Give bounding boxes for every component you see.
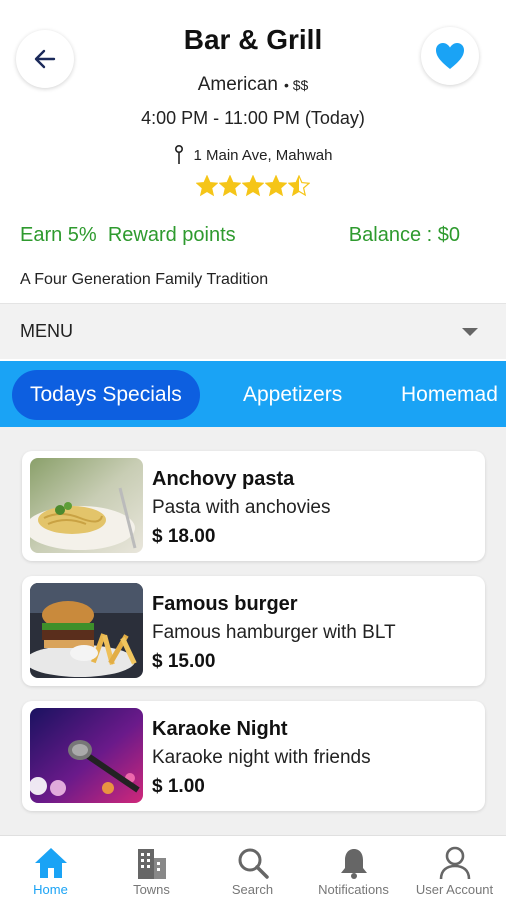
category-tabs: Todays Specials Appetizers Homemad xyxy=(0,361,506,427)
restaurant-tagline: A Four Generation Family Tradition xyxy=(20,271,269,288)
tab-appetizers[interactable]: Appetizers xyxy=(243,370,342,420)
star-full-icon xyxy=(196,175,218,197)
menu-item-name: Anchovy pasta xyxy=(152,468,295,490)
menu-item-card[interactable]: Karaoke Night Karaoke night with friends… xyxy=(22,701,485,811)
menu-item-description: Karaoke night with friends xyxy=(152,747,371,768)
location-pin-icon xyxy=(174,145,183,164)
price-level: • $$ xyxy=(283,77,309,93)
bottom-navigation: Home Towns Search Notifications User Acc… xyxy=(0,835,506,900)
cuisine-label: American xyxy=(197,74,278,95)
star-full-icon xyxy=(242,175,264,197)
reward-points-text: Earn 5% Reward points xyxy=(20,224,236,246)
address-text: 1 Main Ave, Mahwah xyxy=(193,146,333,164)
pasta-photo xyxy=(30,458,143,553)
menu-dropdown-value: MENU xyxy=(20,321,73,341)
star-half-icon xyxy=(288,175,310,197)
nav-search[interactable]: Search xyxy=(202,836,303,900)
balance-text: Balance : $0 xyxy=(348,224,460,246)
menu-item-card[interactable]: Anchovy pasta Pasta with anchovies $ 18.… xyxy=(22,451,485,561)
address-line[interactable]: 1 Main Ave, Mahwah xyxy=(0,145,506,165)
menu-item-price: $ 18.00 xyxy=(152,526,216,547)
menu-item-card[interactable]: Famous burger Famous hamburger with BLT … xyxy=(22,576,485,686)
tab-todays-specials[interactable]: Todays Specials xyxy=(12,370,200,420)
star-full-icon xyxy=(219,175,241,197)
nav-search-label: Search xyxy=(231,882,274,897)
cuisine-line: American • $$ xyxy=(0,74,506,96)
heart-icon xyxy=(436,43,464,69)
menu-item-price: $ 1.00 xyxy=(152,776,205,797)
nav-home[interactable]: Home xyxy=(0,836,101,900)
menu-item-price: $ 15.00 xyxy=(152,651,216,672)
menu-dropdown[interactable]: MENU xyxy=(0,303,506,359)
menu-item-name: Famous burger xyxy=(152,593,298,615)
nav-user-account-label: User Account xyxy=(415,882,494,897)
nav-towns[interactable]: Towns xyxy=(101,836,202,900)
menu-item-list: Anchovy pasta Pasta with anchovies $ 18.… xyxy=(0,427,506,835)
menu-item-description: Pasta with anchovies xyxy=(152,497,331,518)
bell-icon xyxy=(340,849,367,879)
caret-down-icon xyxy=(462,328,478,336)
microphone-photo xyxy=(30,708,143,803)
opening-hours: 4:00 PM - 11:00 PM (Today) xyxy=(141,108,365,128)
restaurant-detail-screen: Bar & Grill American • $$ 4:00 PM - 11:00… xyxy=(0,0,506,900)
buildings-icon xyxy=(137,849,166,879)
search-icon xyxy=(238,848,269,879)
rating-stars xyxy=(0,175,506,197)
nav-towns-label: Towns xyxy=(133,882,170,897)
menu-item-name: Karaoke Night xyxy=(152,718,288,740)
nav-user-account[interactable]: User Account xyxy=(404,836,505,900)
home-icon xyxy=(34,848,67,878)
menu-item-description: Famous hamburger with BLT xyxy=(152,622,396,643)
nav-notifications[interactable]: Notifications xyxy=(303,836,404,900)
burger-photo xyxy=(30,583,143,678)
nav-home-label: Home xyxy=(33,882,68,897)
tab-homemade[interactable]: Homemad xyxy=(401,370,498,420)
user-icon xyxy=(439,846,470,880)
nav-notifications-label: Notifications xyxy=(318,882,389,897)
star-full-icon xyxy=(265,175,287,197)
